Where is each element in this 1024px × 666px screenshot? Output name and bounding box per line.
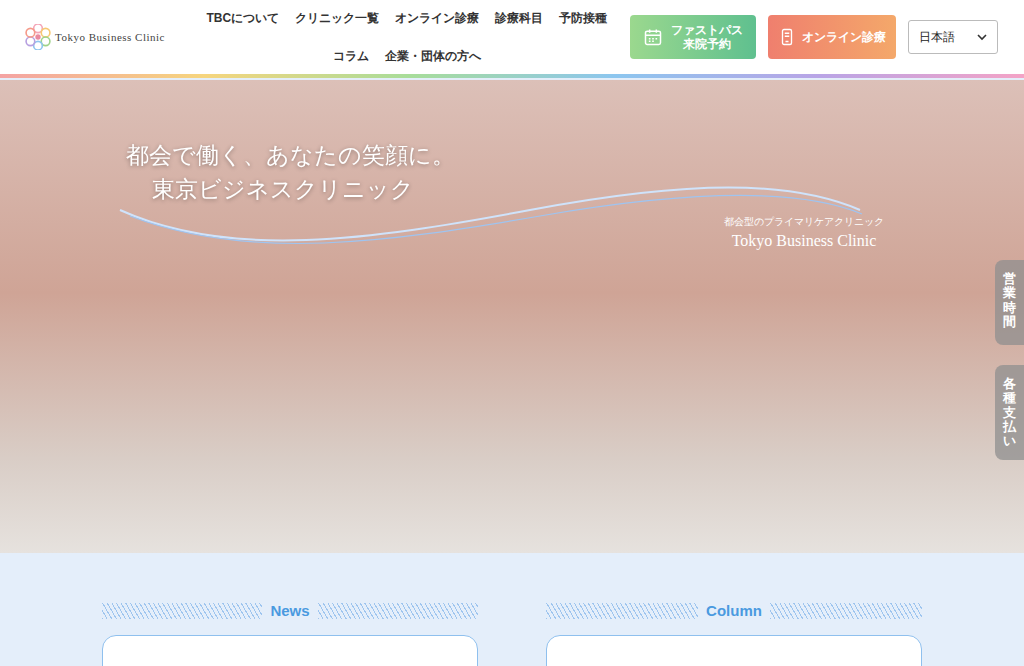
logo-icon bbox=[25, 24, 51, 50]
hero: 都会で働く、あなたの笑顔に。東京ビジネスクリニック都会型のプライマリケアクリニッ… bbox=[0, 80, 1024, 553]
nav-item[interactable]: オンライン診療 bbox=[395, 5, 479, 31]
nav-item[interactable]: TBCについて bbox=[207, 5, 280, 31]
calendar-icon bbox=[643, 27, 663, 47]
rainbow-line bbox=[0, 74, 1024, 78]
phone-icon bbox=[778, 27, 796, 47]
fastpass-button[interactable]: ファストパス来院予約 bbox=[630, 15, 756, 59]
online-button[interactable]: オンライン診療 bbox=[768, 15, 896, 59]
side-tabs: 営業時間各種支払い bbox=[995, 260, 1024, 460]
hero-subtitle: 都会型のプライマリケアクリニックTokyo Business Clinic bbox=[724, 214, 884, 253]
page: Tokyo Business ClinicTBCについてクリニック一覧オンライン… bbox=[0, 0, 1024, 666]
info-sections: News Column bbox=[0, 553, 1024, 666]
heading-hatch bbox=[546, 603, 698, 619]
hero-tagline: 都会で働く、あなたの笑顔に。東京ビジネスクリニック bbox=[126, 142, 455, 204]
section-column: Column bbox=[546, 601, 922, 666]
section-column: News bbox=[102, 601, 478, 666]
language-select[interactable]: 日本語 bbox=[908, 20, 998, 54]
section-card[interactable] bbox=[546, 635, 922, 666]
section-heading: News bbox=[102, 601, 478, 621]
logo[interactable]: Tokyo Business Clinic bbox=[25, 24, 184, 50]
nav-item[interactable]: クリニック一覧 bbox=[295, 5, 379, 31]
header: Tokyo Business ClinicTBCについてクリニック一覧オンライン… bbox=[0, 0, 1024, 78]
section-card[interactable] bbox=[102, 635, 478, 666]
heading-hatch bbox=[770, 603, 922, 619]
section-heading: Column bbox=[546, 601, 922, 621]
side-tab[interactable]: 営業時間 bbox=[995, 260, 1024, 345]
heading-hatch bbox=[102, 603, 262, 619]
chevron-down-icon bbox=[977, 32, 987, 42]
nav-item[interactable]: 診療科目 bbox=[495, 5, 543, 31]
nav-item[interactable]: コラム bbox=[333, 43, 369, 69]
nav-item[interactable]: 企業・団体の方へ bbox=[385, 43, 481, 69]
main-nav: TBCについてクリニック一覧オンライン診療診療科目予防接種コラム企業・団体の方へ bbox=[184, 0, 630, 75]
side-tab[interactable]: 各種支払い bbox=[995, 365, 1024, 460]
heading-hatch bbox=[318, 603, 478, 619]
nav-item[interactable]: 予防接種 bbox=[559, 5, 607, 31]
